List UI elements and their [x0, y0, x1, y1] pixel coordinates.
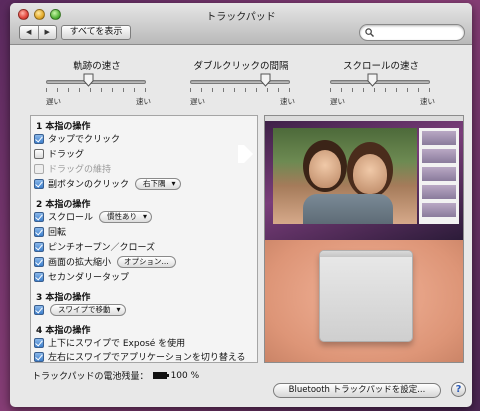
- window-title: トラックパッド: [206, 12, 276, 23]
- forward-button[interactable]: ▶: [37, 26, 57, 39]
- battery-value: 100 %: [170, 370, 200, 381]
- rotate-checkbox[interactable]: [34, 226, 44, 237]
- secondary-click-checkbox[interactable]: [34, 178, 44, 189]
- pinch-label: ピンチオープン／クローズ: [48, 243, 156, 253]
- double-click-speed-group: ダブルクリックの間隔 遅い 速い: [176, 58, 306, 113]
- search-input[interactable]: [359, 24, 465, 41]
- preview-photo: [273, 128, 417, 224]
- three-finger-swipe-popup[interactable]: スワイプで移動: [50, 303, 126, 316]
- tracking-speed-max-label: 速い: [136, 97, 151, 106]
- drag-lock-row: ドラッグの維持: [34, 162, 111, 175]
- scroll-row[interactable]: スクロール 慣性あり: [34, 210, 153, 223]
- scroll-checkbox[interactable]: [34, 211, 44, 222]
- scroll-speed-max-label: 速い: [420, 97, 435, 106]
- battery-label: トラックパッドの電池残量：: [32, 372, 149, 382]
- trackpad-icon: [319, 250, 413, 342]
- dragging-label: ドラッグ: [48, 150, 85, 160]
- double-click-speed-min-label: 遅い: [190, 97, 205, 106]
- secondary-click-label: 副ボタンのクリック: [48, 180, 130, 190]
- double-click-speed-ticks: [190, 88, 290, 93]
- double-click-speed-max-label: 速い: [280, 97, 295, 106]
- tap-to-click-checkbox[interactable]: [34, 133, 44, 144]
- scroll-speed-min-label: 遅い: [330, 97, 345, 106]
- one-finger-heading: 1 本指の操作: [36, 122, 91, 132]
- scroll-label: スクロール: [48, 213, 94, 223]
- nav-segmented-control: ◀ ▶: [19, 25, 57, 40]
- three-finger-swipe-checkbox[interactable]: [34, 304, 44, 315]
- help-icon[interactable]: ?: [451, 382, 466, 397]
- gesture-options-panel: 1 本指の操作 タップでクリック ドラッグ ドラッグの維持 副ボタンのクリック …: [30, 115, 258, 363]
- gesture-preview: [264, 115, 464, 363]
- three-finger-heading: 3 本指の操作: [36, 293, 91, 303]
- preview-trackpad-image: [265, 240, 463, 362]
- search-icon: [365, 28, 374, 37]
- show-all-button[interactable]: すべてを表示: [61, 25, 131, 40]
- tracking-speed-group: 軌跡の速さ 遅い 速い: [32, 58, 162, 113]
- screen-zoom-label: 画面の拡大縮小: [48, 258, 112, 268]
- rotate-label: 回転: [48, 228, 67, 238]
- preview-thumbnails: [419, 128, 459, 224]
- drag-lock-label: ドラッグの維持: [48, 165, 112, 175]
- scroll-speed-track[interactable]: [330, 80, 430, 84]
- pinch-checkbox[interactable]: [34, 241, 44, 252]
- dragging-row[interactable]: ドラッグ: [34, 147, 252, 160]
- zoom-options-button[interactable]: オプション...: [117, 255, 176, 268]
- screen-zoom-checkbox[interactable]: [34, 256, 44, 267]
- secondary-tap-checkbox[interactable]: [34, 271, 44, 282]
- app-switch-checkbox[interactable]: [34, 351, 44, 362]
- three-finger-swipe-row[interactable]: スワイプで移動: [34, 303, 126, 316]
- double-click-speed-track[interactable]: [190, 80, 290, 84]
- back-button[interactable]: ◀: [20, 26, 38, 39]
- pinch-row[interactable]: ピンチオープン／クローズ: [34, 240, 155, 253]
- expose-checkbox[interactable]: [34, 337, 44, 348]
- tap-to-click-label: タップでクリック: [48, 135, 121, 145]
- secondary-tap-row[interactable]: セカンダリータップ: [34, 270, 129, 283]
- scroll-speed-group: スクロールの速さ 遅い 速い: [316, 58, 446, 113]
- preferences-window: トラックパッド ◀ ▶ すべてを表示 軌跡の速さ 遅い 速い ダブルクリックの間…: [10, 3, 472, 407]
- expose-label: 上下にスワイプで Exposé を使用: [48, 339, 186, 349]
- app-switch-row[interactable]: 左右にスワイプでアプリケーションを切り替える: [34, 350, 246, 363]
- secondary-tap-label: セカンダリータップ: [48, 273, 130, 283]
- double-click-speed-thumb[interactable]: [260, 73, 271, 87]
- drag-lock-checkbox: [34, 163, 44, 174]
- tap-to-click-row[interactable]: タップでクリック: [34, 132, 120, 145]
- tracking-speed-label: 軌跡の速さ: [73, 61, 121, 72]
- battery-status: トラックパッドの電池残量： 100 %: [32, 369, 200, 383]
- expose-row[interactable]: 上下にスワイプで Exposé を使用: [34, 336, 185, 349]
- selection-pointer: [238, 145, 253, 163]
- scroll-speed-label: スクロールの速さ: [342, 61, 419, 72]
- app-switch-label: 左右にスワイプでアプリケーションを切り替える: [48, 353, 246, 363]
- setup-bluetooth-trackpad-button[interactable]: Bluetooth トラックパッドを設定...: [273, 383, 441, 398]
- battery-icon: [152, 372, 169, 379]
- screen-zoom-row[interactable]: 画面の拡大縮小 オプション...: [34, 255, 176, 268]
- scroll-momentum-popup[interactable]: 慣性あり: [99, 210, 153, 223]
- dragging-checkbox[interactable]: [34, 148, 44, 159]
- secondary-click-popup[interactable]: 右下隅: [135, 177, 181, 190]
- scroll-speed-thumb[interactable]: [367, 73, 378, 87]
- four-finger-heading: 4 本指の操作: [36, 326, 91, 336]
- preview-menubar: [265, 116, 463, 121]
- rotate-row[interactable]: 回転: [34, 225, 66, 238]
- double-click-speed-label: ダブルクリックの間隔: [193, 61, 289, 72]
- secondary-click-row[interactable]: 副ボタンのクリック 右下隅: [34, 177, 181, 190]
- two-finger-heading: 2 本指の操作: [36, 200, 91, 210]
- tracking-speed-track[interactable]: [46, 80, 146, 84]
- tracking-speed-ticks: [46, 88, 146, 93]
- preview-desktop-image: [265, 116, 463, 240]
- tracking-speed-thumb[interactable]: [83, 73, 94, 87]
- tracking-speed-min-label: 遅い: [46, 97, 61, 106]
- scroll-speed-ticks: [330, 88, 430, 93]
- title-bar: トラックパッド ◀ ▶ すべてを表示: [10, 3, 472, 45]
